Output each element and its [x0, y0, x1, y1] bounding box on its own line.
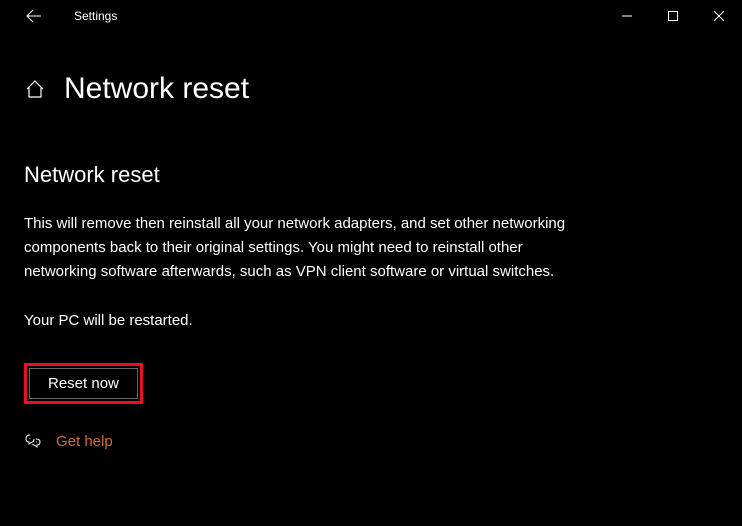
minimize-icon — [622, 11, 632, 21]
minimize-button[interactable] — [604, 0, 650, 32]
help-row: Get help — [24, 432, 718, 450]
restart-notice: Your PC will be restarted. — [24, 312, 718, 329]
close-icon — [714, 11, 724, 21]
section-heading: Network reset — [24, 162, 718, 188]
get-help-link[interactable]: Get help — [56, 433, 113, 450]
page-header: Network reset — [24, 72, 718, 106]
reset-now-button[interactable]: Reset now — [29, 368, 138, 399]
back-button[interactable] — [18, 0, 50, 32]
close-button[interactable] — [696, 0, 742, 32]
window-controls — [604, 0, 742, 32]
content-area: Network reset Network reset This will re… — [0, 32, 742, 450]
maximize-button[interactable] — [650, 0, 696, 32]
arrow-left-icon — [26, 8, 42, 24]
description-text: This will remove then reinstall all your… — [24, 212, 584, 284]
titlebar: Settings — [0, 0, 742, 32]
home-icon — [24, 78, 46, 100]
titlebar-left: Settings — [0, 0, 117, 32]
maximize-icon — [668, 11, 678, 21]
help-icon — [24, 432, 42, 450]
window-title: Settings — [74, 9, 117, 23]
page-title: Network reset — [64, 72, 249, 106]
reset-button-highlight: Reset now — [24, 363, 143, 404]
